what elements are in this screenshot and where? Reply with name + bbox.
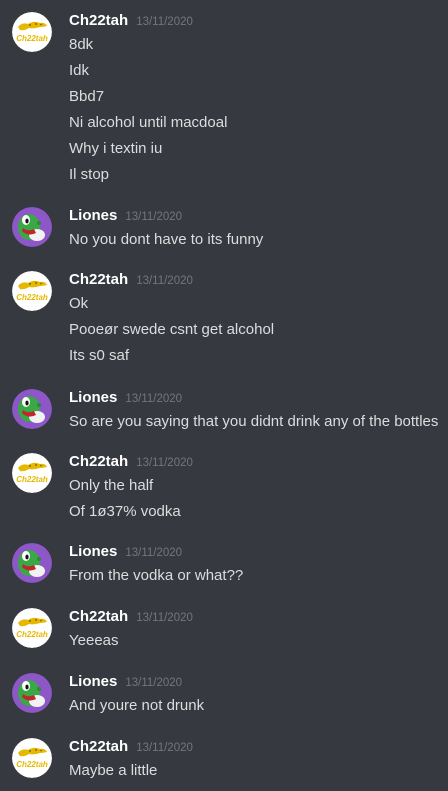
timestamp: 13/11/2020 — [136, 457, 193, 469]
message-text: Pooeør swede csnt get alcohol — [69, 321, 275, 338]
message-text: 8dk — [69, 36, 94, 53]
username[interactable]: Liones — [69, 207, 117, 224]
timestamp: 13/11/2020 — [125, 393, 183, 405]
message-text: Idk — [69, 62, 90, 79]
timestamp: 13/11/2020 — [136, 275, 193, 287]
username[interactable]: Ch22tah — [69, 12, 128, 29]
timestamp: 13/11/2020 — [125, 547, 183, 559]
message-text: Maybe a little — [69, 762, 158, 779]
cheetah-avatar[interactable]: Ch22tah — [12, 738, 52, 778]
message-text: Why i textin iu — [69, 140, 163, 157]
message-text: And youre not drunk — [69, 697, 205, 714]
username[interactable]: Liones — [69, 389, 117, 406]
svg-text:Ch22tah: Ch22tah — [16, 293, 48, 302]
timestamp: 13/11/2020 — [125, 211, 183, 223]
svg-text:Ch22tah: Ch22tah — [16, 630, 48, 639]
message-text: So are you saying that you didnt drink a… — [69, 413, 439, 430]
yoshi-avatar[interactable] — [12, 389, 52, 429]
message-header: Liones 13/11/2020 — [69, 673, 182, 695]
message-header: Ch22tah 13/11/2020 — [69, 608, 193, 630]
username[interactable]: Liones — [69, 543, 117, 560]
username[interactable]: Ch22tah — [69, 738, 128, 755]
yoshi-avatar[interactable] — [12, 207, 52, 247]
message-text: No you dont have to its funny — [69, 231, 264, 248]
message-text: Il stop — [69, 166, 110, 183]
message-text: Yeeeas — [69, 632, 119, 649]
message-header: Ch22tah 13/11/2020 — [69, 738, 193, 760]
message-text: Bbd7 — [69, 88, 105, 105]
message-text: Ni alcohol until macdoal — [69, 114, 228, 131]
timestamp: 13/11/2020 — [125, 677, 183, 689]
cheetah-avatar[interactable]: Ch22tah — [12, 271, 52, 311]
cheetah-avatar[interactable]: Ch22tah — [12, 608, 52, 648]
cheetah-avatar[interactable]: Ch22tah — [12, 453, 52, 493]
cheetah-avatar[interactable]: Ch22tah — [12, 12, 52, 52]
message-header: Liones 13/11/2020 — [69, 207, 182, 229]
message-text: Of 1ø37% vodka — [69, 503, 181, 520]
timestamp: 13/11/2020 — [136, 16, 193, 28]
message-header: Liones 13/11/2020 — [69, 543, 182, 565]
message-header: Ch22tah 13/11/2020 — [69, 271, 193, 293]
message-header: Ch22tah 13/11/2020 — [69, 453, 193, 475]
username[interactable]: Ch22tah — [69, 453, 128, 470]
svg-text:Ch22tah: Ch22tah — [16, 475, 48, 484]
message-text: Its s0 saf — [69, 347, 130, 364]
yoshi-avatar[interactable] — [12, 543, 52, 583]
svg-text:Ch22tah: Ch22tah — [16, 760, 48, 769]
message-header: Ch22tah 13/11/2020 — [69, 12, 193, 34]
message-header: Liones 13/11/2020 — [69, 389, 182, 411]
timestamp: 13/11/2020 — [136, 742, 193, 754]
timestamp: 13/11/2020 — [136, 612, 193, 624]
username[interactable]: Ch22tah — [69, 271, 128, 288]
username[interactable]: Ch22tah — [69, 608, 128, 625]
yoshi-avatar[interactable] — [12, 673, 52, 713]
svg-text:Ch22tah: Ch22tah — [16, 34, 48, 43]
username[interactable]: Liones — [69, 673, 117, 690]
message-text: Ok — [69, 295, 89, 312]
message-text: From the vodka or what?? — [69, 567, 244, 584]
message-text: Only the half — [69, 477, 154, 494]
